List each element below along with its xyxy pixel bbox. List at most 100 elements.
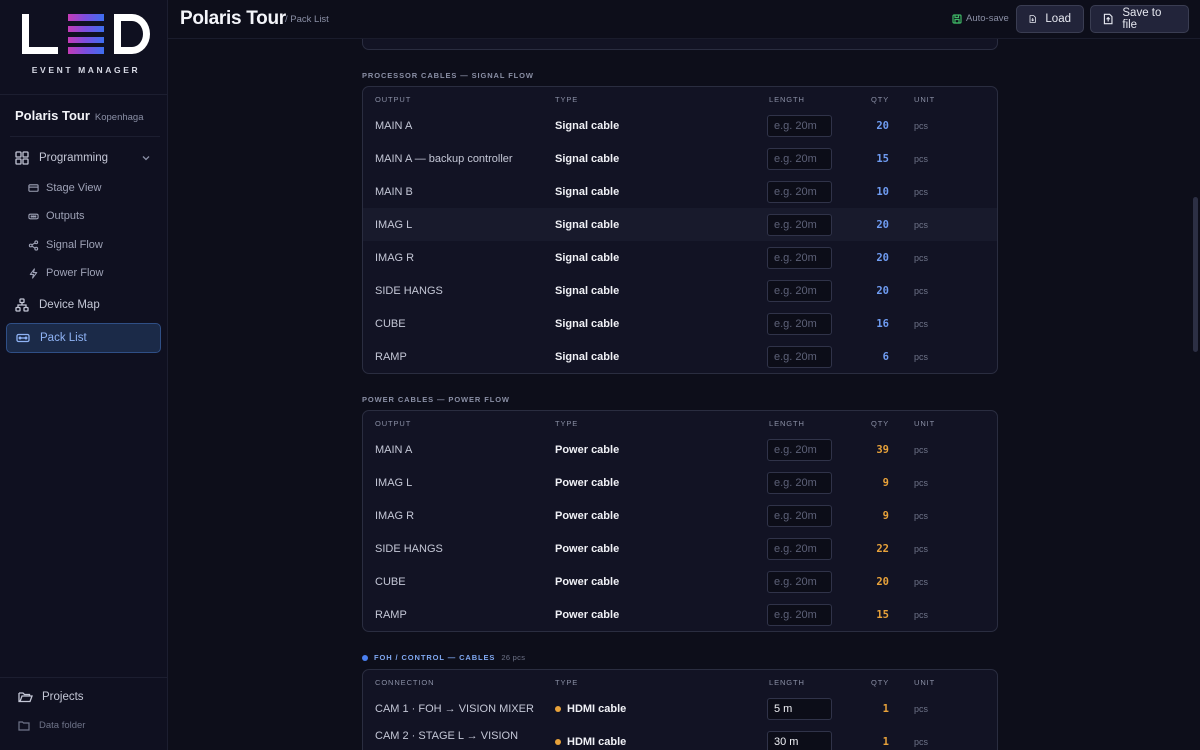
qty-cell: 9 [882,477,889,489]
foh-cables-table: CONNECTION TYPE LENGTH QTY UNIT CAM 1 · … [362,669,998,750]
length-input[interactable] [767,505,832,527]
column-header-output: OUTPUT [375,95,412,104]
qty-cell: 6 [882,351,889,363]
output-cell: CUBE [375,318,406,330]
table-row: IMAG L Power cable 9 pcs [363,466,997,499]
previous-section-card [362,39,998,50]
type-label: HDMI cable [567,736,627,748]
table-header: CONNECTION TYPE LENGTH QTY UNIT [363,670,997,692]
save-to-file-button[interactable]: Save to file [1090,5,1189,33]
sidebar-item-pack-list[interactable]: Pack List [6,323,161,353]
type-label: Signal cable [555,153,620,165]
output-cell: IMAG L [375,477,413,489]
length-input[interactable] [767,731,832,750]
sidebar-item-label: Power Flow [46,267,104,279]
length-input[interactable] [767,280,832,302]
sidebar-item-programming[interactable]: Programming [6,144,161,172]
qty-cell: 15 [876,153,889,165]
unit-cell: pcs [914,286,929,296]
type-label: Power cable [555,477,620,489]
type-label: Signal cable [555,318,620,330]
share-icon [27,239,39,251]
scrollbar-thumb[interactable] [1193,197,1198,352]
length-input[interactable] [767,247,832,269]
save-icon [952,13,962,24]
unit-cell: pcs [914,154,929,164]
unit-cell: pcs [914,187,929,197]
sidebar-item-power-flow[interactable]: Power Flow [6,259,161,287]
qty-cell: 1 [882,703,889,715]
led-logo-icon [22,14,150,54]
sidebar-item-label: Device Map [39,299,100,311]
column-header-unit: UNIT [914,95,936,104]
output-cell: SIDE HANGS [375,285,443,297]
table-row: CAM 1 · FOH → VISION MIXER HDMI cable 1 pcs [363,692,997,725]
load-button[interactable]: Load [1016,5,1084,33]
section-title-power: POWER CABLES — POWER FLOW [362,395,510,404]
sidebar-divider [10,136,160,137]
length-input[interactable] [767,346,832,368]
length-input[interactable] [767,571,832,593]
length-input[interactable] [767,181,832,203]
column-header-qty: QTY [871,419,890,428]
column-header-unit: UNIT [914,678,936,687]
type-cell: Signal cable [555,351,619,363]
type-cell: Signal cable [555,186,619,198]
qty-cell: 10 [876,186,889,198]
load-label: Load [1045,13,1071,25]
length-input[interactable] [767,313,832,335]
output-cell: MAIN A [375,444,413,456]
type-label: Signal cable [555,252,620,264]
section-dot-icon [362,654,368,661]
grid-icon [15,151,29,165]
projects-button[interactable]: Projects [18,690,84,704]
type-label: Power cable [555,609,620,621]
sidebar-item-device-map[interactable]: Device Map [6,291,161,319]
project-title: Polaris Tour [15,108,90,123]
qty-cell: 20 [876,120,889,132]
column-header-qty: QTY [871,678,890,687]
unit-cell: pcs [914,445,929,455]
table-row: RAMP Signal cable 6 pcs [363,340,997,373]
output-cell: MAIN B [375,186,413,198]
table-body: MAIN A Power cable 39 pcs IMAG L Power cable 9… [363,433,997,631]
column-header-type: TYPE [555,95,579,104]
table-row: IMAG R Power cable 9 pcs [363,499,997,532]
autosave-label: Auto-save [966,13,1009,24]
type-cell: Signal cable [555,120,619,132]
qty-cell: 22 [876,543,889,555]
type-label: Power cable [555,576,620,588]
section-count: 26 pcs [501,653,526,662]
type-label: Signal cable [555,285,620,297]
power-cables-table: OUTPUT TYPE LENGTH QTY UNIT MAIN A Power … [362,410,998,632]
data-folder-link[interactable]: Data folder [18,720,85,731]
table-row: MAIN B Signal cable 10 pcs [363,175,997,208]
length-input[interactable] [767,604,832,626]
length-input[interactable] [767,148,832,170]
type-label: Power cable [555,444,620,456]
length-input[interactable] [767,214,832,236]
folder-icon [18,721,30,731]
table-body: MAIN ASignal cable20pcsMAIN A — backup c… [363,109,997,373]
type-cell: Power cable [555,444,619,456]
project-name: Polaris Tour Kopenhaga [15,108,144,123]
table-row: CAM 2 · STAGE L → VISION HDMI cable 1 pcs [363,725,997,750]
sidebar-item-outputs[interactable]: Outputs [6,202,161,230]
sidebar-item-stage-view[interactable]: Stage View [6,174,161,202]
table-header: OUTPUT TYPE LENGTH QTY UNIT [363,411,997,433]
unit-cell: pcs [914,577,929,587]
length-input[interactable] [767,115,832,137]
length-input[interactable] [767,698,832,720]
table-row: MAIN A Power cable 39 pcs [363,433,997,466]
qty-cell: 9 [882,510,889,522]
sidebar-item-signal-flow[interactable]: Signal Flow [6,231,161,259]
save-label: Save to file [1122,7,1162,31]
unit-cell: pcs [914,704,929,714]
network-icon [15,298,29,312]
data-folder-label: Data folder [39,720,86,731]
unit-cell: pcs [914,610,929,620]
logo-subtitle: EVENT MANAGER [31,65,141,75]
length-input[interactable] [767,538,832,560]
length-input[interactable] [767,439,832,461]
length-input[interactable] [767,472,832,494]
